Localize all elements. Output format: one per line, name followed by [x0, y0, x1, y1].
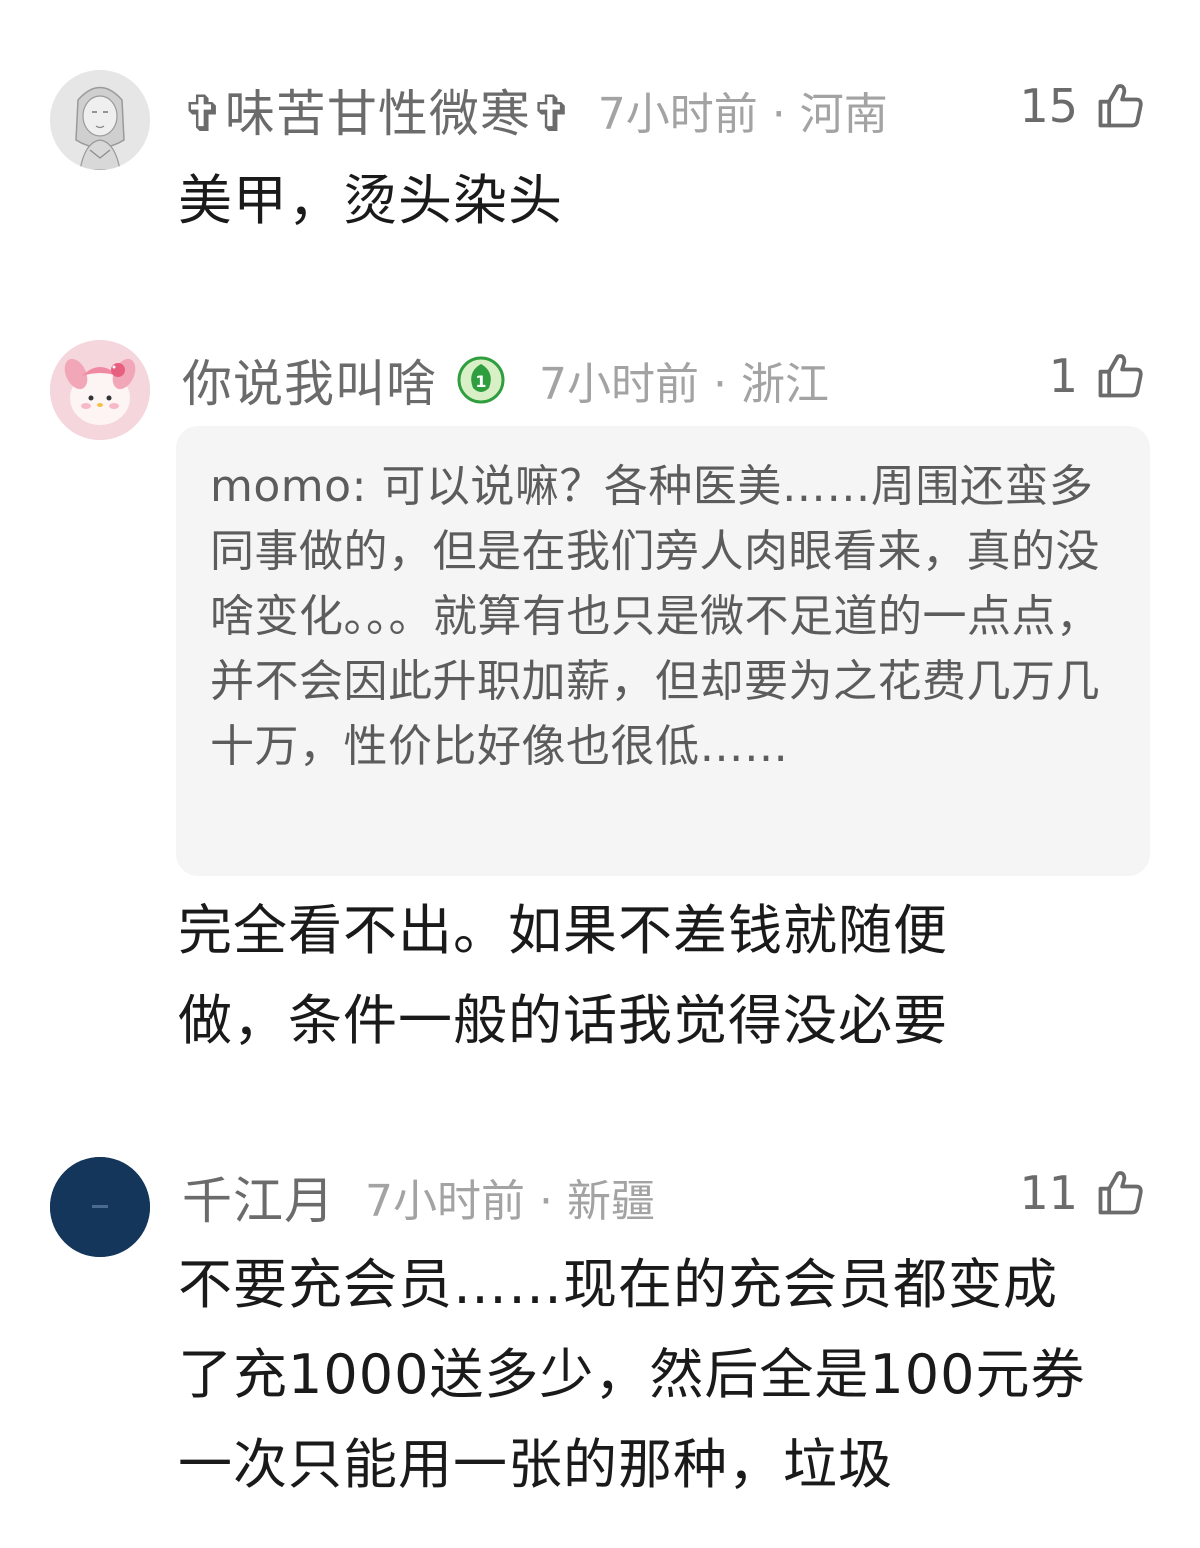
- like-button[interactable]: 15: [1019, 66, 1146, 146]
- like-count: 15: [1019, 79, 1078, 133]
- avatar[interactable]: [50, 1157, 150, 1257]
- username[interactable]: ✞味苦甘性微寒✞: [182, 74, 574, 146]
- svg-text:1: 1: [475, 372, 486, 391]
- thumbs-up-icon[interactable]: [1094, 80, 1146, 132]
- like-count: 1: [1048, 349, 1078, 403]
- pink-plush-avatar: [50, 340, 150, 440]
- level-1-leaf-badge: 1: [457, 356, 505, 404]
- like-count: 11: [1019, 1166, 1078, 1220]
- quoted-reply-text: momo: 可以说嘛？各种医美……周围还蛮多同事做的，但是在我们旁人肉眼看来，真…: [210, 461, 1101, 772]
- username[interactable]: 千江月: [182, 1161, 335, 1233]
- username[interactable]: 你说我叫啥: [182, 344, 437, 416]
- comment-text: 不要充会员……现在的充会员都变成了充1000送多少，然后全是100元券一次只能用…: [178, 1253, 1086, 1496]
- comment-header: ✞味苦甘性微寒✞ 7小时前 · 河南: [182, 70, 1040, 150]
- avatar[interactable]: [50, 70, 150, 170]
- like-button[interactable]: 11: [1019, 1153, 1146, 1233]
- navy-circle-avatar: [50, 1157, 150, 1257]
- comment-header: 你说我叫啥 1 7小时前 · 浙江: [182, 340, 1040, 420]
- like-button[interactable]: 1: [1049, 336, 1146, 416]
- comment-text: 完全看不出。如果不差钱就随便做，条件一般的话我觉得没必要: [178, 899, 948, 1052]
- timestamp-location: 7小时前 · 浙江: [539, 359, 829, 410]
- quoted-reply[interactable]: momo: 可以说嘛？各种医美……周围还蛮多同事做的，但是在我们旁人肉眼看来，真…: [176, 426, 1150, 876]
- comment-text: 美甲，烫头染头: [178, 169, 563, 232]
- sketch-girl-avatar: [50, 70, 150, 170]
- thumbs-up-icon[interactable]: [1094, 1167, 1146, 1219]
- timestamp-location: 7小时前 · 新疆: [365, 1176, 655, 1227]
- timestamp-location: 7小时前 · 河南: [597, 89, 888, 140]
- comment-header: 千江月 7小时前 · 新疆: [182, 1157, 1040, 1237]
- thumbs-up-icon[interactable]: [1094, 350, 1146, 402]
- avatar[interactable]: [50, 340, 150, 440]
